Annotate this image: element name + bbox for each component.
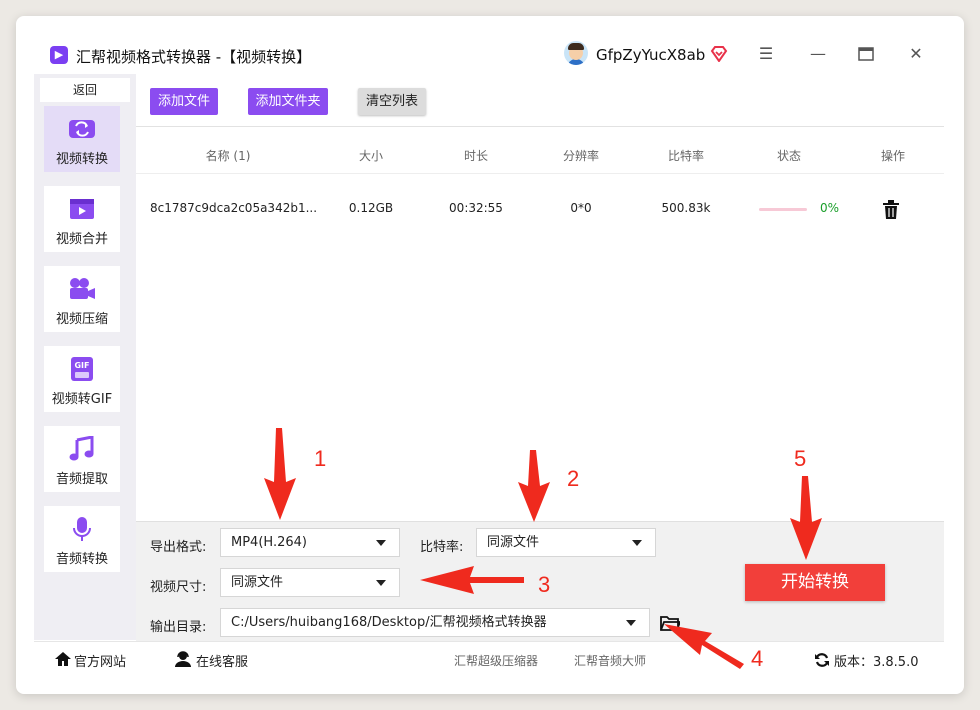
file-resolution: 0*0 xyxy=(570,201,592,215)
chevron-down-icon xyxy=(632,540,642,546)
output-dir-value: C:/Users/huibang168/Desktop/汇帮视频格式转换器 xyxy=(231,615,547,630)
column-header-status: 状态 xyxy=(776,149,801,163)
header-divider xyxy=(136,173,944,174)
audio-master-link[interactable]: 汇帮音频大师 xyxy=(574,652,646,669)
footer: 官方网站 在线客服 汇帮超级压缩器 汇帮音频大师 版本：3.8.5.0 xyxy=(34,641,944,675)
bitrate-value: 同源文件 xyxy=(487,535,540,550)
file-table: 名称 (1) 大小 时长 分辨率 比特率 状态 操作 8c1787c9dca2c… xyxy=(136,126,944,521)
bitrate-select[interactable]: 同源文件 xyxy=(476,528,656,557)
maximize-icon[interactable] xyxy=(856,44,876,64)
column-header-size: 大小 xyxy=(358,149,383,163)
trash-icon[interactable] xyxy=(882,200,900,220)
add-file-button[interactable]: 添加文件 xyxy=(150,88,218,115)
file-size: 0.12GB xyxy=(348,201,394,215)
clear-list-button[interactable]: 清空列表 xyxy=(358,88,426,115)
music-note-icon xyxy=(69,436,94,461)
vip-diamond-icon[interactable] xyxy=(710,46,728,62)
refresh-icon[interactable] xyxy=(814,652,830,668)
sidebar-item-audio-convert[interactable]: 音频转换 xyxy=(44,506,120,572)
chevron-down-icon xyxy=(376,540,386,546)
column-header-name[interactable]: 名称 (1) xyxy=(176,147,280,164)
annotation-label-3: 3 xyxy=(538,572,551,597)
column-header-bitrate: 比特率 xyxy=(667,149,704,163)
chevron-down-icon xyxy=(376,580,386,586)
customer-service-icon xyxy=(175,651,191,667)
video-compress-icon xyxy=(70,278,95,299)
gif-icon: GIF xyxy=(71,357,93,381)
microphone-icon xyxy=(73,517,91,541)
sidebar-item-label: 视频转GIF xyxy=(51,392,113,407)
add-folder-button[interactable]: 添加文件夹 xyxy=(248,88,328,115)
size-select[interactable]: 同源文件 xyxy=(220,568,400,597)
column-header-duration: 时长 xyxy=(463,149,488,163)
column-header-resolution: 分辨率 xyxy=(562,149,599,163)
annotation-label-4: 4 xyxy=(751,646,764,671)
chevron-down-icon xyxy=(626,620,636,626)
compressor-link[interactable]: 汇帮超级压缩器 xyxy=(454,652,538,669)
column-header-actions: 操作 xyxy=(880,149,905,163)
annotation-label-2: 2 xyxy=(567,466,580,491)
size-value: 同源文件 xyxy=(231,575,284,590)
folder-open-icon[interactable] xyxy=(660,614,680,632)
svg-text:GIF: GIF xyxy=(74,361,89,370)
sidebar-item-video-compress[interactable]: 视频压缩 xyxy=(44,266,120,332)
window-title: 汇帮视频格式转换器 -【视频转换】 xyxy=(76,48,312,66)
file-name: 8c1787c9dca2c05a342b1... xyxy=(150,201,318,215)
format-value: MP4(H.264) xyxy=(231,535,307,550)
app-logo-icon: ▶ xyxy=(50,46,68,64)
annotation-label-5: 5 xyxy=(794,446,807,471)
progress-bar xyxy=(759,208,807,211)
sidebar-item-audio-extract[interactable]: 音频提取 xyxy=(44,426,120,492)
format-select[interactable]: MP4(H.264) xyxy=(220,528,400,557)
sidebar-item-video-gif[interactable]: GIF 视频转GIF xyxy=(44,346,120,412)
sidebar-item-video-merge[interactable]: 视频合并 xyxy=(44,186,120,252)
home-icon xyxy=(55,652,71,666)
video-convert-icon xyxy=(69,120,95,138)
avatar[interactable] xyxy=(564,41,588,65)
output-label: 输出目录: xyxy=(150,620,207,635)
annotation-label-1: 1 xyxy=(314,446,327,471)
sidebar-item-label: 音频转换 xyxy=(55,552,108,567)
sidebar: 返回 视频转换 视频合并 视频压缩 GIF 视频转GIF 音频提取 音频转换 xyxy=(34,74,136,640)
progress-percent: 0% xyxy=(820,201,840,215)
output-dir-select[interactable]: C:/Users/huibang168/Desktop/汇帮视频格式转换器 xyxy=(220,608,650,637)
video-merge-icon xyxy=(70,199,94,219)
official-website-link[interactable]: 官方网站 xyxy=(74,651,126,670)
version-text: 版本：3.8.5.0 xyxy=(834,655,919,670)
title-bar: ▶ 汇帮视频格式转换器 -【视频转换】 GfpZyYucX8ab ☰ — ✕ xyxy=(16,16,964,74)
sidebar-item-label: 视频合并 xyxy=(55,232,108,247)
menu-icon[interactable]: ☰ xyxy=(756,44,776,64)
close-icon[interactable]: ✕ xyxy=(906,44,926,64)
sidebar-item-label: 音频提取 xyxy=(55,472,108,487)
format-label: 导出格式: xyxy=(150,540,207,555)
file-bitrate: 500.83k xyxy=(661,201,711,215)
minimize-icon[interactable]: — xyxy=(808,44,828,64)
size-label: 视频尺寸: xyxy=(150,580,207,595)
back-button[interactable]: 返回 xyxy=(40,78,130,102)
username[interactable]: GfpZyYucX8ab xyxy=(596,46,705,64)
app-window: ▶ 汇帮视频格式转换器 -【视频转换】 GfpZyYucX8ab ☰ — ✕ 返… xyxy=(16,16,964,694)
sidebar-item-label: 视频压缩 xyxy=(55,312,108,327)
file-duration: 00:32:55 xyxy=(449,201,503,215)
bitrate-label: 比特率: xyxy=(420,540,464,555)
sidebar-item-label: 视频转换 xyxy=(55,152,108,167)
sidebar-item-video-convert[interactable]: 视频转换 xyxy=(44,106,120,172)
start-convert-button[interactable]: 开始转换 xyxy=(745,564,885,601)
online-support-link[interactable]: 在线客服 xyxy=(196,651,248,670)
